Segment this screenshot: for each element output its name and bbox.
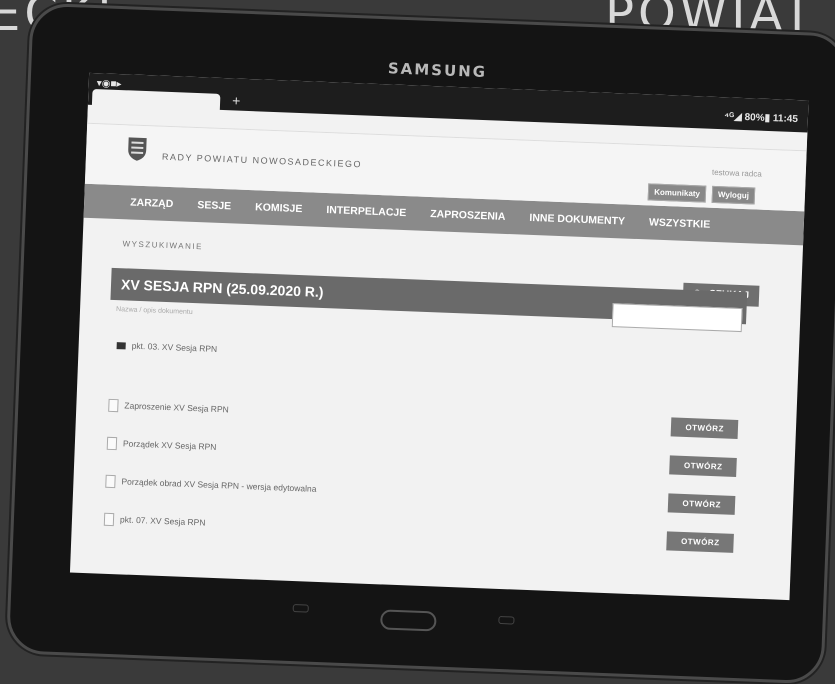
logout-button[interactable]: Wyloguj xyxy=(711,185,756,205)
new-tab-button[interactable]: + xyxy=(232,92,241,108)
open-button[interactable]: OTWÓRZ xyxy=(666,530,734,553)
nav-item-sesje[interactable]: SESJE xyxy=(197,199,231,212)
search-hint: Nazwa / opis dokumentu xyxy=(115,306,193,316)
nav-item-wszystkie[interactable]: WSZYSTKIE xyxy=(649,216,711,230)
open-button[interactable]: OTWÓRZ xyxy=(668,492,736,515)
folder-icon xyxy=(116,341,126,349)
document-icon xyxy=(105,474,116,488)
tablet-device: SAMSUNG ▾◉■▸ + ⁴ᴳ◢ 80%▮ 11:45 RADY POWIA… xyxy=(5,2,835,684)
search-input[interactable] xyxy=(611,303,743,333)
messages-button[interactable]: Komunikaty xyxy=(647,183,707,203)
home-button[interactable] xyxy=(379,609,437,632)
folder-label: pkt. 03. XV Sesja RPN xyxy=(131,340,218,354)
nav-item-komisje[interactable]: KOMISJE xyxy=(255,201,303,215)
tablet-screen: ▾◉■▸ + ⁴ᴳ◢ 80%▮ 11:45 RADY POWIATU NOWOS… xyxy=(69,72,809,601)
coat-of-arms-icon xyxy=(128,137,147,161)
recent-apps-key[interactable] xyxy=(292,604,309,613)
document-name: pkt. 07. XV Sesja RPN xyxy=(119,514,206,528)
main-content: WYSZUKIWANIE SZUKAJ XV SESJA RPN (25.09.… xyxy=(71,218,803,564)
nav-item-zarzad[interactable]: ZARZĄD xyxy=(130,197,174,211)
nav-item-zaproszenia[interactable]: ZAPROSZENIA xyxy=(430,208,506,223)
document-list: Zaproszenie XV Sesja RPN OTWÓRZ Porządek… xyxy=(101,386,766,563)
document-icon xyxy=(106,436,118,450)
status-clock-battery: ⁴ᴳ◢ 80%▮ 11:45 xyxy=(723,111,799,126)
nav-item-interpelacje[interactable]: INTERPELACJE xyxy=(326,204,406,219)
back-key[interactable] xyxy=(498,615,515,625)
document-name: Porządek XV Sesja RPN xyxy=(122,438,217,452)
org-name: RADY POWIATU NOWOSADECKIEGO xyxy=(161,151,363,170)
search-section-label: WYSZUKIWANIE xyxy=(122,239,204,252)
user-link[interactable]: testowa radca xyxy=(712,168,762,179)
document-name: Porządek obrad XV Sesja RPN - wersja edy… xyxy=(121,476,317,494)
nav-item-inne-dokumenty[interactable]: INNE DOKUMENTY xyxy=(529,212,625,228)
document-icon xyxy=(103,512,115,526)
document-icon xyxy=(108,398,119,412)
document-name: Zaproszenie XV Sesja RPN xyxy=(124,400,229,415)
open-button[interactable]: OTWÓRZ xyxy=(669,454,737,477)
open-button[interactable]: OTWÓRZ xyxy=(671,416,739,439)
